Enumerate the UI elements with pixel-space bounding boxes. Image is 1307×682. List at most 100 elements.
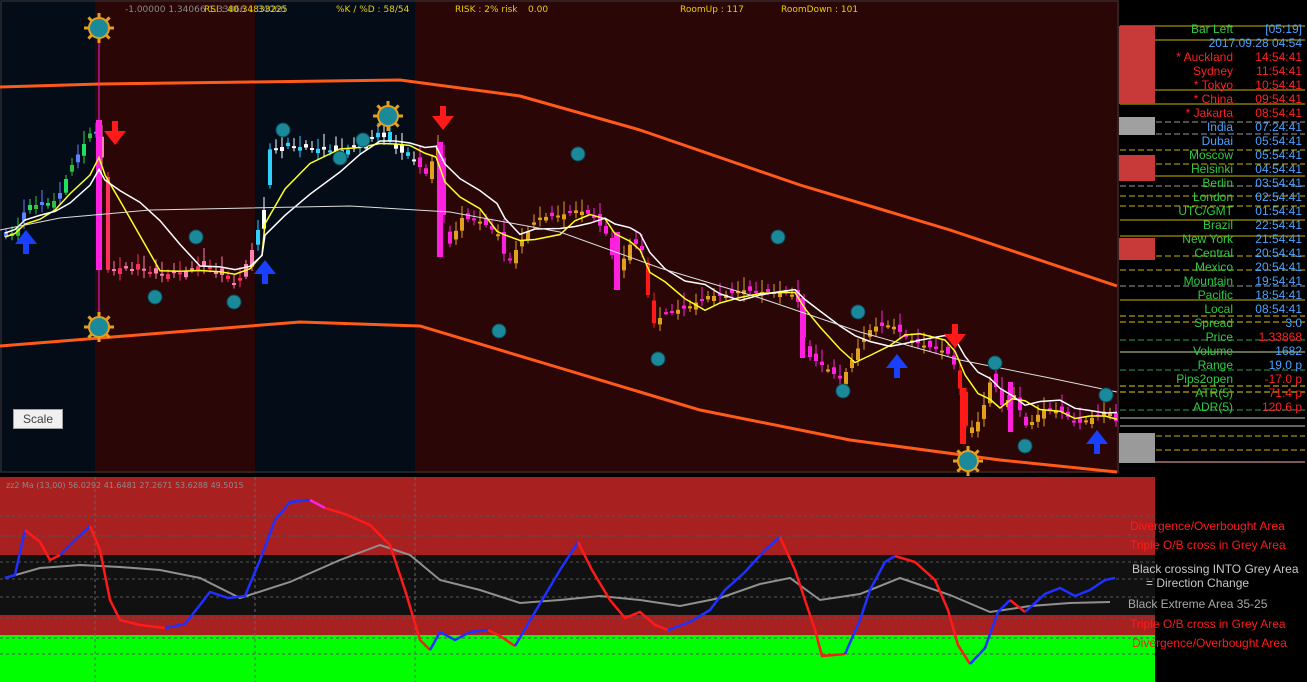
candle-body [652,300,656,324]
candle-body [970,427,974,433]
candle-body [868,330,872,337]
info-row-value: 08:54:41 [1255,302,1302,316]
candle-body [514,250,518,264]
info-row: Spread 3.0 [1120,316,1307,330]
info-row-value: [05:19] [1265,22,1302,36]
oscillator-label: Divergence/Overbought Area [1130,519,1285,533]
stoch-readout: %K / %D : 58/54 [336,5,410,15]
info-row: * Auckland 14:54:41 [1120,50,1307,64]
candle-body [76,154,80,163]
signal-dot [1098,387,1114,403]
candle-body [556,215,560,218]
signal-dot [275,122,291,138]
rsi-readout: RSI : 40.34833225 [204,5,288,15]
signal-dot [987,355,1003,371]
candle-body [400,145,404,153]
candle-body [604,226,608,234]
candle-body [88,133,92,139]
candle-body [538,217,542,220]
oscillator-label: = Direction Change [1146,576,1250,590]
info-row: Moscow 05:54:41 [1120,148,1307,162]
candle-body [232,283,236,285]
room-up-readout: RoomUp : 117 [680,5,744,15]
info-row: Pips2open -17.0 p [1120,372,1307,386]
info-row: New York 21:54:41 [1120,232,1307,246]
candle-body [688,306,692,309]
candle-body [856,348,860,360]
info-row-value: 2017.09.28 04:54 [1208,36,1302,50]
info-row-value: 10:54:41 [1255,78,1302,92]
oscillator-label: Black crossing INTO Grey Area [1132,562,1299,576]
info-row: * Jakarta 08:54:41 [1120,106,1307,120]
info-row-value: 22:54:41 [1255,218,1302,232]
candle-body [610,238,614,255]
candle-body [382,132,386,138]
signal-dot [332,150,348,166]
candle-body [466,213,470,220]
info-row-value: 05:54:41 [1255,134,1302,148]
info-row-label: Price [1205,330,1233,344]
candle-body [1024,416,1028,426]
candle-body [622,258,626,271]
info-row-value: 03:54:41 [1255,176,1302,190]
info-row-value: 04:54:41 [1255,162,1302,176]
info-row-label: Helsinki [1190,162,1233,176]
info-row: Mexico 20:54:41 [1120,260,1307,274]
candle-body [826,369,830,372]
info-row-value: 3.0 [1285,316,1302,330]
candle-body [952,355,956,365]
sun-marker [373,101,403,131]
scale-button[interactable]: Scale [13,409,63,429]
oscillator-label: Divergence/Overbought Area [1132,636,1287,650]
candle-body [640,246,644,250]
candle-body [196,266,200,271]
info-row-label: * Tokyo [1193,78,1233,92]
candle-body [106,177,110,270]
candle-body [136,264,140,270]
candle-body [190,268,194,271]
candle-body [922,345,926,348]
candle-body [880,322,884,326]
candle-body [532,222,536,225]
info-row-value: 1682 [1275,344,1302,358]
info-row-label: ADR(5) [1192,400,1233,414]
info-row: * China 09:54:41 [1120,92,1307,106]
info-row-label: Brazil [1202,218,1233,232]
candle-body [148,272,152,274]
info-row: Price 1.33868 [1120,330,1307,344]
info-row-label: Berlin [1202,176,1233,190]
room-down-readout: RoomDown : 101 [781,5,859,15]
info-row-value: 11:54:41 [1256,64,1302,78]
candle-body [808,346,812,357]
info-row-label: * Auckland [1176,50,1233,64]
sun-marker [84,13,114,43]
candle-body [430,161,434,179]
info-row-label: Moscow [1188,148,1233,162]
signal-dot [770,229,786,245]
info-row-label: Central [1194,246,1233,260]
candle-body [70,165,74,172]
sun-core [377,105,399,127]
candle-body [328,150,332,153]
candle-body [586,210,590,214]
info-row-label: New York [1182,232,1233,246]
candle-body [142,268,146,271]
signal-dot [355,132,371,148]
risk-readout: RISK : 2% risk [455,5,518,15]
session-zone-2 [255,0,415,473]
candle-body [634,239,638,244]
osc-green-zone [0,635,1155,682]
info-row: Helsinki 04:54:41 [1120,162,1307,176]
info-row-value: 1.33868 [1258,330,1302,344]
candle-body [202,261,206,266]
info-row-label: Pips2open [1176,372,1233,386]
candle-body [286,142,290,147]
info-row: Pacific 18:54:41 [1120,288,1307,302]
info-row-value: 01:54:41 [1255,204,1302,218]
candle-body [508,258,512,261]
level-box [1119,433,1155,463]
info-row: * Tokyo 10:54:41 [1120,78,1307,92]
candle-body [412,159,416,162]
session-zone-1 [0,0,95,473]
info-row-value: 09:54:41 [1255,92,1302,106]
